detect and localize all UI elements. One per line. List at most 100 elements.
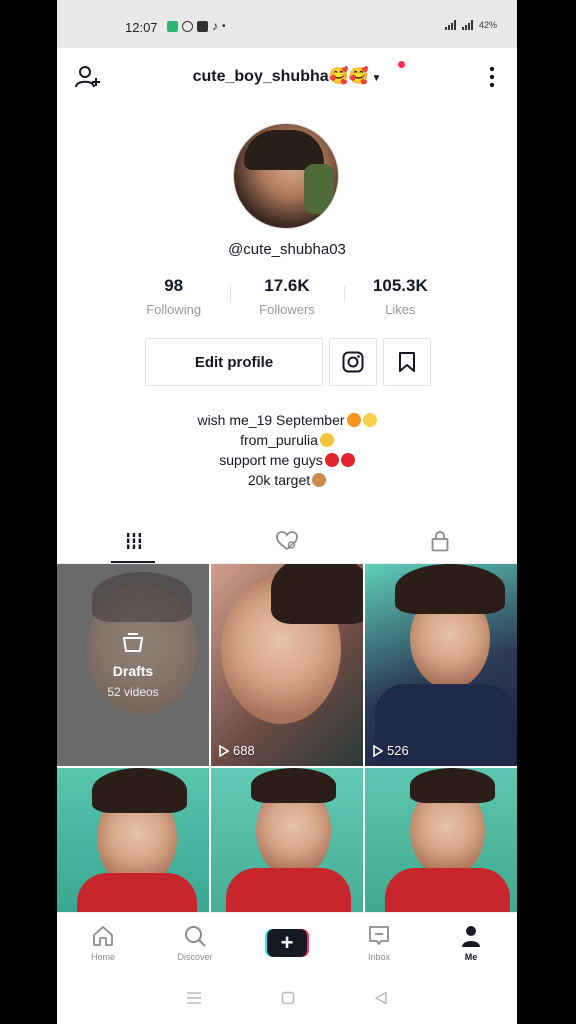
video-tile[interactable] [211, 768, 363, 914]
nav-inbox[interactable]: Inbox [333, 913, 425, 972]
thumbnail-shirt [77, 873, 197, 914]
home-icon [93, 925, 113, 946]
username-title: cute_boy_shubha🥰🥰 [192, 68, 369, 85]
tab-liked[interactable] [210, 518, 363, 563]
play-icon [373, 744, 383, 757]
create-button[interactable]: + [265, 928, 309, 957]
tiktok-icon: ♪ [212, 19, 218, 33]
drafts-count: 52 videos [107, 685, 159, 699]
video-tile[interactable]: 526 [365, 564, 517, 766]
menu-icon[interactable] [186, 991, 202, 1005]
bio-line: from_purulia [57, 430, 517, 450]
bio-line: 20k target [57, 470, 517, 490]
stat-value: 105.3K [372, 276, 428, 295]
nav-label: Me [464, 951, 478, 962]
profile-actions: Edit profile [145, 338, 431, 386]
thumbnail-hair [271, 564, 363, 624]
signal-icon [444, 20, 456, 30]
profile-bio: wish me_19 September from_purulia suppor… [57, 410, 517, 490]
avatar[interactable] [233, 123, 339, 229]
more-notifications-icon: • [222, 20, 226, 32]
drafts-title: Drafts [112, 663, 154, 679]
stat-value: 98 [164, 276, 184, 295]
phone-screen: 12:07 ♪ • 42% cute_boy_shubha🥰🥰 ▼ @cute_… [57, 0, 517, 1024]
favorites-button[interactable] [383, 338, 431, 386]
video-tile[interactable] [365, 768, 517, 914]
plus-icon: + [267, 928, 307, 957]
thumbnail-hair [251, 768, 336, 803]
inbox-icon [369, 925, 389, 945]
heart-emoji-icon [340, 453, 355, 467]
signal2-icon [461, 20, 473, 30]
bio-line: support me guys [57, 450, 517, 470]
grid-icon [124, 532, 143, 549]
thumbnail-hair [92, 768, 187, 813]
view-count: 526 [373, 743, 409, 758]
view-count-value: 526 [387, 743, 409, 758]
profile-handle: @cute_shubha03 [228, 241, 346, 258]
nav-me[interactable]: Me [425, 913, 517, 972]
profile-header: cute_boy_shubha🥰🥰 ▼ [57, 48, 517, 104]
profile-stats: 98 Following 17.6K Followers 105.3K Like… [117, 276, 457, 326]
bookmark-icon [399, 352, 415, 372]
lock-icon [431, 530, 449, 551]
nav-label: Discover [177, 951, 213, 962]
app-notification-icon [167, 20, 178, 32]
instagram-icon [342, 351, 364, 373]
status-bar: 12:07 ♪ • 42% [57, 0, 517, 48]
hearts-face-emoji-icon [319, 433, 334, 447]
liked-heart-icon [276, 530, 298, 550]
edit-profile-button[interactable]: Edit profile [145, 338, 323, 386]
search-icon [185, 925, 206, 947]
stat-value: 17.6K [264, 276, 310, 295]
bio-line: wish me_19 September [57, 410, 517, 430]
tab-videos[interactable] [57, 518, 210, 563]
bio-text: wish me_19 September [197, 412, 345, 428]
video-tile[interactable] [57, 768, 209, 914]
stat-label: Likes [385, 302, 416, 317]
circle-notification-icon [182, 20, 193, 32]
account-switcher[interactable]: cute_boy_shubha🥰🥰 ▼ [57, 66, 517, 86]
monkey-emoji-icon [312, 473, 327, 487]
home-square-icon[interactable] [281, 991, 295, 1005]
nav-create[interactable]: + [241, 913, 333, 972]
back-icon[interactable] [374, 991, 388, 1005]
stat-followers[interactable]: 17.6K Followers [230, 276, 343, 326]
heart-emoji-icon [324, 453, 339, 467]
view-count: 688 [219, 743, 255, 758]
tab-private[interactable] [364, 518, 517, 563]
stat-likes[interactable]: 105.3K Likes [343, 276, 457, 326]
status-time: 12:07 [125, 20, 158, 35]
video-grid: Drafts 52 videos 688 526 [57, 564, 517, 914]
stat-label: Following [146, 302, 202, 317]
face-emoji-icon [362, 413, 377, 427]
thumbnail-shirt [226, 868, 351, 914]
content-tabs [57, 518, 517, 564]
chevron-down-icon: ▼ [371, 73, 382, 84]
thumbnail-hair [410, 768, 495, 803]
drafts-icon [122, 633, 144, 652]
bio-text: 20k target [247, 472, 311, 488]
stat-following[interactable]: 98 Following [117, 276, 230, 326]
nav-discover[interactable]: Discover [149, 913, 241, 972]
avatar-bg [304, 164, 334, 214]
drafts-tile[interactable]: Drafts 52 videos [57, 564, 209, 766]
view-count-value: 688 [233, 743, 255, 758]
bio-text: from_purulia [240, 432, 318, 448]
more-options-icon[interactable] [489, 66, 495, 88]
nav-home[interactable]: Home [57, 913, 149, 972]
instagram-button[interactable] [329, 338, 377, 386]
nav-label: Home [90, 951, 115, 962]
status-right: 42% [444, 20, 497, 30]
profile-icon [462, 925, 480, 947]
video-tile[interactable]: 688 [211, 564, 363, 766]
battery-text: 42% [478, 20, 497, 30]
thumbnail-hair [395, 564, 505, 614]
drafts-overlay: Drafts 52 videos [57, 564, 209, 766]
notification-icons: ♪ • [167, 19, 226, 33]
stat-label: Followers [259, 302, 315, 317]
bio-text: support me guys [219, 452, 323, 468]
notification-dot [398, 61, 405, 68]
facebook-icon [197, 20, 208, 32]
bottom-navigation: Home Discover + Inbox Me [57, 912, 517, 972]
